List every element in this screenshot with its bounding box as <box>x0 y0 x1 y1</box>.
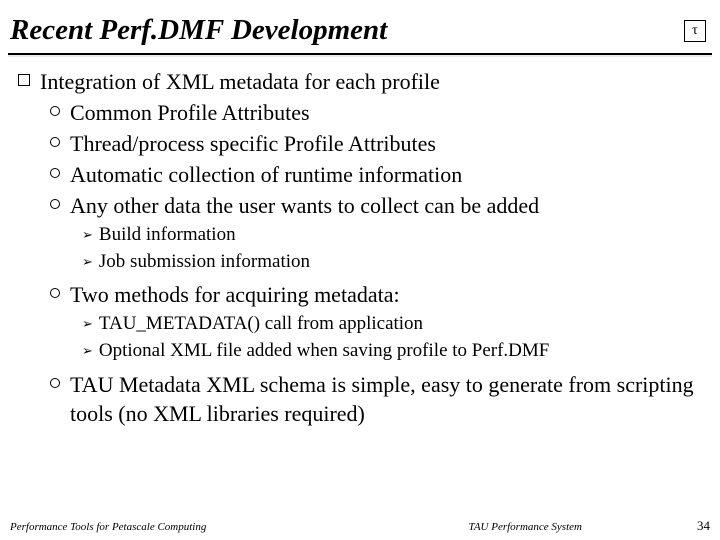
tau-logo-icon: τ <box>684 20 706 42</box>
slide: Recent Perf.DMF Development τ Integratio… <box>0 0 720 540</box>
page-number: 34 <box>697 518 710 534</box>
tau-glyph: τ <box>692 23 698 39</box>
bullet-d-text: Any other data the user wants to collect… <box>70 191 539 220</box>
circle-bullet-icon <box>50 137 60 147</box>
bullet-b-text: Thread/process specific Profile Attribut… <box>70 129 436 158</box>
footer-left: Performance Tools for Petascale Computin… <box>10 521 354 533</box>
slide-title: Recent Perf.DMF Development <box>10 14 684 47</box>
circle-bullet-icon <box>50 288 60 298</box>
footer: Performance Tools for Petascale Computin… <box>0 518 720 534</box>
arrow-bullet-icon: ➢ <box>82 342 93 359</box>
circle-bullet-icon <box>50 168 60 178</box>
bullet-e2: ➢ Optional XML file added when saving pr… <box>82 338 708 363</box>
bullet-b: Thread/process specific Profile Attribut… <box>50 129 708 158</box>
bullet-d1-text: Build information <box>99 222 236 247</box>
bullet-a: Common Profile Attributes <box>50 98 708 127</box>
bullet-d2: ➢ Job submission information <box>82 249 708 274</box>
slide-body: Integration of XML metadata for each pro… <box>8 55 712 428</box>
bullet-d1: ➢ Build information <box>82 222 708 247</box>
bullet-e1: ➢ TAU_METADATA() call from application <box>82 311 708 336</box>
title-bar: Recent Perf.DMF Development τ <box>8 8 712 55</box>
bullet-e2-text: Optional XML file added when saving prof… <box>99 338 549 363</box>
bullet-e-text: Two methods for acquiring metadata: <box>70 280 400 309</box>
bullet-a-text: Common Profile Attributes <box>70 98 310 127</box>
arrow-bullet-icon: ➢ <box>82 253 93 270</box>
bullet-d2-text: Job submission information <box>99 249 310 274</box>
bullet-main-text: Integration of XML metadata for each pro… <box>40 67 440 96</box>
bullet-e: Two methods for acquiring metadata: <box>50 280 708 309</box>
circle-bullet-icon <box>50 199 60 209</box>
bullet-f-text: TAU Metadata XML schema is simple, easy … <box>70 370 708 428</box>
bullet-f: TAU Metadata XML schema is simple, easy … <box>50 370 708 428</box>
square-bullet-icon <box>18 74 30 86</box>
bullet-d: Any other data the user wants to collect… <box>50 191 708 220</box>
bullet-main: Integration of XML metadata for each pro… <box>18 67 708 96</box>
arrow-bullet-icon: ➢ <box>82 226 93 243</box>
circle-bullet-icon <box>50 378 60 388</box>
bullet-c-text: Automatic collection of runtime informat… <box>70 160 462 189</box>
circle-bullet-icon <box>50 106 60 116</box>
bullet-e1-text: TAU_METADATA() call from application <box>99 311 423 336</box>
footer-center: TAU Performance System <box>354 521 698 533</box>
bullet-c: Automatic collection of runtime informat… <box>50 160 708 189</box>
arrow-bullet-icon: ➢ <box>82 315 93 332</box>
